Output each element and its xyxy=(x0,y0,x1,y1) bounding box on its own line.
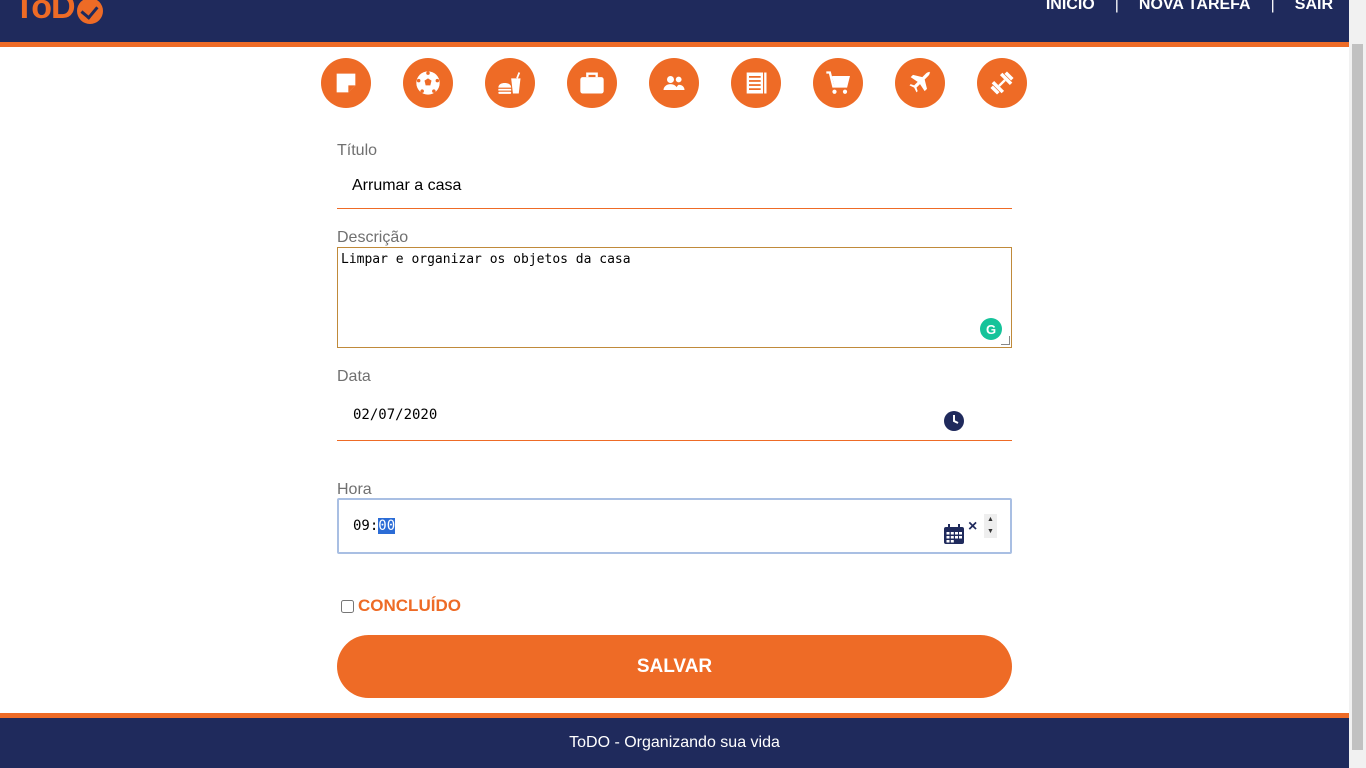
footer-text: ToDO - Organizando sua vida xyxy=(569,734,780,751)
spinner-down-icon[interactable]: ▼ xyxy=(984,526,997,538)
shopping-cart-icon[interactable] xyxy=(813,58,863,108)
hora-label: Hora xyxy=(337,481,372,498)
nav-menu: INÍCIO | NOVA TAREFA | SAIR xyxy=(1046,0,1333,14)
briefcase-icon[interactable] xyxy=(567,58,617,108)
logo-text: ToD xyxy=(14,0,76,26)
book-icon[interactable] xyxy=(731,58,781,108)
time-spinner[interactable]: ▲ ▼ xyxy=(984,514,997,538)
calendar-icon[interactable] xyxy=(944,524,964,544)
check-icon xyxy=(76,0,103,24)
hora-input[interactable]: 09:00 × ▲ ▼ xyxy=(337,498,1012,554)
resize-handle-icon[interactable] xyxy=(1001,336,1010,345)
scrollbar[interactable] xyxy=(1349,0,1366,768)
grammarly-icon[interactable]: G xyxy=(980,318,1002,340)
hora-value[interactable]: 09:00 xyxy=(353,518,396,534)
data-input[interactable] xyxy=(337,390,1012,441)
concluido-label: CONCLUÍDO xyxy=(358,596,461,615)
food-icon[interactable] xyxy=(485,58,535,108)
concluido-option[interactable]: CONCLUÍDO xyxy=(341,596,461,616)
hora-hours[interactable]: 09 xyxy=(353,518,370,534)
clock-icon[interactable] xyxy=(944,411,964,431)
page: ToD INÍCIO | NOVA TAREFA | SAIR Título A… xyxy=(0,0,1366,768)
titulo-label: Título xyxy=(337,142,378,159)
people-icon[interactable] xyxy=(649,58,699,108)
category-icons xyxy=(321,58,1027,108)
titulo-input[interactable] xyxy=(337,164,1012,209)
hora-minutes[interactable]: 00 xyxy=(378,518,396,534)
airplane-icon[interactable] xyxy=(895,58,945,108)
header: ToD INÍCIO | NOVA TAREFA | SAIR xyxy=(0,0,1349,47)
nav-nova-tarefa-link[interactable]: NOVA TAREFA xyxy=(1139,0,1251,14)
nav-inicio-link[interactable]: INÍCIO xyxy=(1046,0,1095,14)
descricao-textarea[interactable]: Limpar e organizar os objetos da casa xyxy=(337,247,1012,348)
nav-separator: | xyxy=(1270,0,1275,13)
save-button[interactable]: SALVAR xyxy=(337,635,1012,698)
logo[interactable]: ToD xyxy=(14,0,103,27)
nav-sair-link[interactable]: SAIR xyxy=(1295,0,1333,14)
note-icon[interactable] xyxy=(321,58,371,108)
clear-icon[interactable]: × xyxy=(968,518,977,536)
soccer-ball-icon[interactable] xyxy=(403,58,453,108)
data-label: Data xyxy=(337,368,371,385)
dumbbell-icon[interactable] xyxy=(977,58,1027,108)
nav-separator: | xyxy=(1114,0,1119,13)
concluido-checkbox[interactable] xyxy=(341,599,354,613)
footer: ToDO - Organizando sua vida xyxy=(0,713,1349,768)
scrollbar-thumb[interactable] xyxy=(1352,44,1363,750)
descricao-label: Descrição xyxy=(337,229,409,246)
spinner-up-icon[interactable]: ▲ xyxy=(984,514,997,526)
